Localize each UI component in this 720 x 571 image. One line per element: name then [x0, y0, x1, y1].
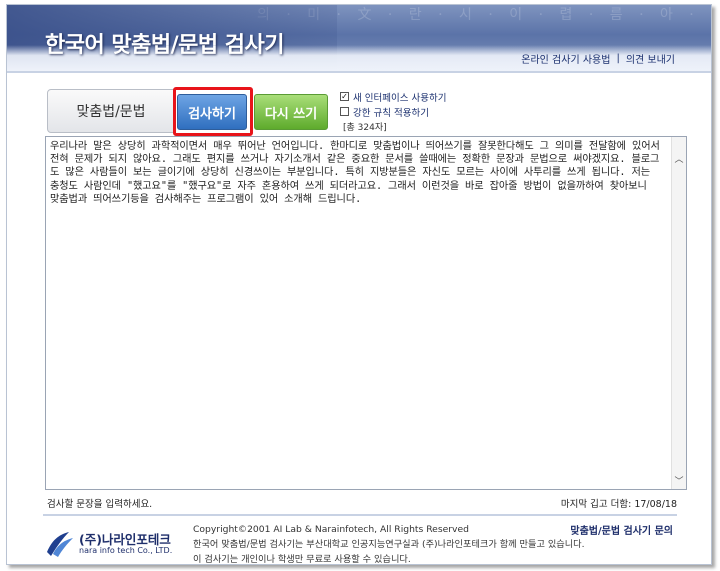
strict-rules-checkbox[interactable] — [340, 107, 349, 116]
scroll-down-icon[interactable]: ﹀ — [672, 473, 686, 487]
link-separator: | — [616, 53, 620, 64]
scroll-up-icon[interactable]: ︿ — [672, 151, 686, 165]
app-window: 의 · 미 · 文 · 란 · 시 · 이 · 렵 · 름 · 아 · 사 · … — [6, 4, 712, 565]
rewrite-button[interactable]: 다시 쓰기 — [254, 94, 328, 130]
input-text[interactable]: 우리나라 말은 상당히 과학적이면서 매우 뛰어난 언어입니다. 한마디로 맞춤… — [50, 140, 662, 206]
strict-rules-label[interactable]: 강한 규칙 적용하기 — [353, 105, 429, 119]
char-count: [총 324자] — [343, 123, 387, 133]
header-banner: 의 · 미 · 文 · 란 · 시 · 이 · 렵 · 름 · 아 · 사 · … — [7, 5, 711, 71]
new-interface-checkbox[interactable]: ✓ — [340, 92, 349, 101]
last-update: 마지막 깁고 더함: 17/08/18 — [560, 499, 677, 510]
vertical-scrollbar[interactable]: ︿ ﹀ — [671, 137, 686, 489]
tab-spellcheck[interactable]: 맞춤법/문법 — [47, 89, 175, 133]
input-hint: 검사할 문장을 입력하세요. — [47, 499, 153, 510]
logo-english: nara info tech Co., LTD. — [79, 546, 173, 555]
company-logo: (주)나라인포테크 nara info tech Co., LTD. — [43, 526, 183, 560]
send-feedback-link[interactable]: 의견 보내기 — [626, 51, 675, 66]
check-button-highlight — [173, 87, 253, 136]
logo-mark-icon — [47, 532, 73, 557]
footer-divider — [43, 514, 677, 516]
header-divider — [7, 71, 711, 73]
footer-line-2: 이 검사기는 개인이나 학생만 무료로 사용할 수 있습니다. — [193, 554, 411, 565]
options-panel: ✓ 새 인터페이스 사용하기 강한 규칙 적용하기 [총 324자] — [340, 89, 446, 133]
text-input-area[interactable]: 우리나라 말은 상당히 과학적이면서 매우 뛰어난 언어입니다. 한마디로 맞춤… — [45, 136, 687, 490]
app-title: 한국어 맞춤법/문법 검사기 — [45, 33, 285, 58]
copyright: Copyright©2001 AI Lab & Narainfotech, Al… — [193, 524, 469, 535]
inquiry-link[interactable]: 맞춤법/문법 검사기 문의 — [570, 522, 673, 537]
usage-guide-link[interactable]: 온라인 검사기 사용법 — [521, 51, 610, 66]
footer-info: Copyright©2001 AI Lab & Narainfotech, Al… — [193, 522, 585, 567]
footer-line-1: 한국어 맞춤법/문법 검사기는 부산대학교 인공지능연구실과 (주)나라인포테크… — [193, 539, 585, 550]
top-links: 온라인 검사기 사용법 | 의견 보내기 — [521, 51, 675, 66]
new-interface-label[interactable]: 새 인터페이스 사용하기 — [353, 90, 446, 104]
